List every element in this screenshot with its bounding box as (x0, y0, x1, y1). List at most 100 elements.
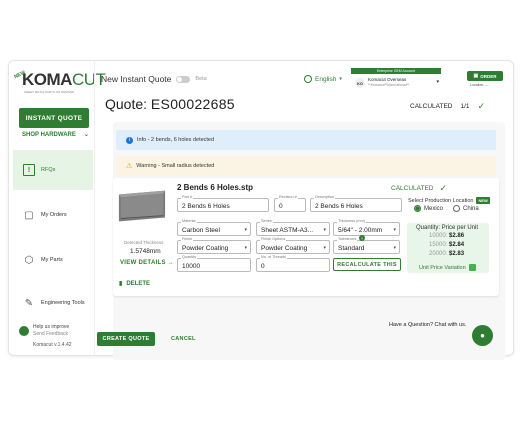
check-icon: ✓ (439, 183, 448, 193)
cancel-button[interactable]: CANCEL (171, 336, 196, 342)
revision-field[interactable]: Revision # 0 (274, 195, 306, 212)
info-icon: i (126, 136, 133, 144)
beta-label: Beta (195, 76, 207, 82)
tools-icon: ✎ (24, 297, 34, 309)
beta-toggle[interactable] (176, 75, 191, 83)
quantity-field[interactable]: Quantity 10000 (177, 255, 251, 272)
account-menu[interactable]: Enterprise OEM Account KO Komacut Overse… (351, 68, 441, 90)
rfq-icon: ! (23, 164, 35, 176)
globe-icon (304, 75, 312, 83)
caret-down-icon: ▾ (436, 79, 439, 85)
field-value: Powder Coating (261, 245, 308, 252)
field-label: Revision # (278, 195, 298, 200)
logo-text: KOMACUT (22, 70, 106, 90)
chevron-down-icon: ⌄ (83, 132, 89, 138)
instant-quote-button[interactable]: INSTANT QUOTE (19, 108, 89, 128)
unit-price-variation-link[interactable]: Unit Price Variation (419, 264, 476, 271)
field-label: Series (260, 219, 273, 224)
help-icon[interactable]: ? (359, 235, 365, 241)
description-field[interactable]: Description 2 Bends 6 Holes (310, 195, 402, 212)
help-line1: Help us improve (33, 324, 70, 330)
order-button[interactable]: ▣ ORDER (467, 71, 503, 81)
radio-mexico[interactable]: Mexico (414, 205, 443, 212)
caret-down-icon: ▾ (323, 245, 326, 251)
check-icon: ✓ (477, 101, 486, 111)
language-selector[interactable]: English ▾ (304, 75, 342, 83)
thickness-select[interactable]: Thickness (mm) 5/64" - 2.00mm ▾ (333, 219, 400, 236)
warning-text: Warning - Small radius detected (136, 163, 215, 169)
quote-title: Quote: ES00022685 (105, 96, 235, 112)
version-label: Komacut v.1.4.42 (33, 342, 72, 348)
sidebar-item-parts[interactable]: ⬡ My Parts (13, 240, 93, 280)
quote-label: Quote: (105, 96, 148, 112)
finish-select[interactable]: Finish Powder Coating ▾ (177, 237, 251, 254)
avatar: KO (355, 78, 365, 88)
sidebar-divider (94, 60, 95, 356)
feedback-link[interactable]: Help us improve Send Feedback (19, 324, 69, 338)
threads-field[interactable]: No. of Threads 0 (256, 255, 330, 272)
material-select[interactable]: Material Carbon Steel ▾ (177, 219, 251, 236)
logo-prefix: KOMA (22, 70, 72, 89)
radio-china[interactable]: China (453, 205, 479, 212)
price-row: 10000: $2.86 (429, 233, 464, 239)
chat-button[interactable]: ● (472, 325, 493, 346)
view-details-label: VIEW DETAILS (120, 260, 166, 266)
location-label: Location: --- (470, 83, 489, 87)
part-status: CALCULATED ✓ (391, 183, 447, 194)
feedback-text: Help us improve Send Feedback (33, 324, 69, 338)
price-value: $2.84 (449, 242, 465, 248)
sidebar-item-orders[interactable]: ▢ My Orders (13, 195, 93, 235)
chat-icon: ● (480, 331, 485, 340)
thickness-value: 1.5748mm (130, 248, 161, 255)
page-title-text: New Instant Quote (101, 74, 172, 84)
field-label: Tolerances (337, 237, 358, 242)
field-value: Powder Coating (182, 245, 229, 252)
help-line2: Send Feedback (33, 331, 69, 337)
price-qty: 20000: (429, 251, 448, 257)
part-status-text: CALCULATED (391, 185, 434, 192)
price-value: $2.83 (449, 251, 465, 257)
price-value: $2.86 (449, 233, 465, 239)
order-label: ORDER (480, 73, 497, 79)
delete-label: DELETE (126, 280, 150, 287)
field-value: 5/64" - 2.00mm (338, 227, 383, 234)
radio-label: China (463, 205, 479, 212)
field-value: 0 (279, 203, 283, 210)
warning-icon: ⚠ (126, 163, 133, 170)
caret-down-icon: ▾ (393, 227, 396, 233)
finish-options-select[interactable]: Finish Options Powder Coating ▾ (256, 237, 330, 254)
parts-icon: ⬡ (24, 254, 34, 266)
radio-checked-icon (414, 205, 421, 212)
caret-down-icon: ▾ (244, 245, 247, 251)
shop-hardware-button[interactable]: SHOP HARDWARE ⌄ (22, 131, 89, 139)
logo[interactable]: NEW KOMACUT SHEET METAL PARTS ON DEMAND (13, 68, 106, 96)
tolerances-select[interactable]: Tolerances Standard ▾ (333, 237, 400, 254)
recalculate-button[interactable]: RECALCULATE THIS (333, 258, 401, 271)
chat-prompt: Have a Question? Chat with us. (389, 322, 467, 328)
radio-label: Mexico (424, 205, 444, 212)
price-row: 20000: $2.83 (429, 251, 464, 257)
field-label: Finish (181, 237, 194, 242)
field-value: 2 Bends 6 Holes (182, 203, 230, 210)
warning-alert: ⚠ Warning - Small radius detected (116, 156, 496, 176)
field-label: Finish Options (260, 237, 287, 242)
unit-price-variation-label: Unit Price Variation (419, 264, 466, 271)
sidebar-item-rfqs[interactable]: ! RFQs (13, 150, 93, 190)
sidebar-item-label: My Parts (41, 257, 63, 263)
chart-icon (468, 264, 476, 271)
field-label: Quantity (181, 255, 198, 260)
field-value: Sheet ASTM-A3... (261, 227, 314, 234)
price-title: Quantity: Price per Unit (416, 225, 479, 231)
sidebar-item-engineering-tools[interactable]: ✎ Engineering Tools (13, 283, 93, 323)
location-radio-group: Mexico China (414, 205, 479, 212)
part-thumbnail[interactable] (117, 187, 167, 225)
trash-icon: ▮ (119, 281, 123, 287)
field-value: 10000 (182, 263, 201, 270)
create-quote-button[interactable]: CREATE QUOTE (97, 332, 155, 346)
view-details-link[interactable]: VIEW DETAILS → (120, 260, 174, 266)
delete-button[interactable]: ▮ DELETE (119, 280, 150, 288)
series-select[interactable]: Series Sheet ASTM-A3... ▾ (256, 219, 330, 236)
part-filename: 2 Bends 6 Holes.stp (177, 183, 254, 192)
part-number-field[interactable]: Part # 2 Bends 6 Holes (177, 195, 269, 212)
field-label: No. of Threads (260, 255, 288, 260)
